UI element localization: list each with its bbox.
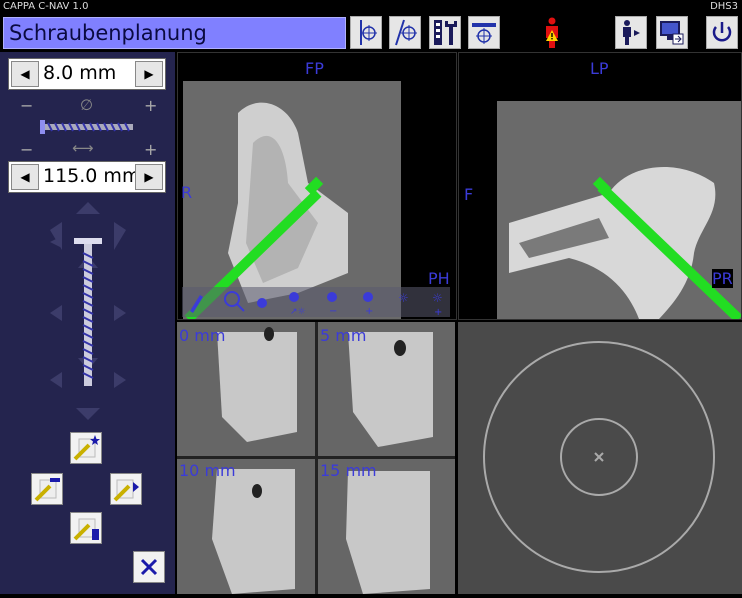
length-value[interactable]: 115.0 mm <box>43 165 135 187</box>
tilted-axis-target-icon <box>395 19 417 46</box>
add-screw-button[interactable] <box>70 432 102 464</box>
brightness-plus-icon: ☼+ <box>432 291 443 318</box>
app-title: CAPPA C-NAV 1.0 <box>3 1 89 12</box>
power-button[interactable] <box>706 16 738 49</box>
slice-15-label: 15 mm <box>320 461 377 480</box>
slice-grid: 0 mm 5 mm 10 mm 15 mm <box>177 322 455 594</box>
image-tools-bar: ↗☼ − + ☼ ☼ + <box>182 287 450 318</box>
slice-5-label: 5 mm <box>320 326 367 345</box>
contrast-icon: ↗☼ <box>289 292 306 317</box>
power-icon <box>712 22 732 42</box>
length-minus-label: − <box>20 140 34 159</box>
patient-arrow-button[interactable] <box>615 16 647 49</box>
svg-text:☼: ☼ <box>432 291 443 305</box>
lp-left-label: F <box>464 185 474 204</box>
length-decrease-button[interactable]: ◀ <box>11 164 39 190</box>
tilted-axis-target-button[interactable] <box>389 16 421 49</box>
slice-0[interactable]: 0 mm <box>177 322 315 456</box>
lp-label: LP <box>590 59 609 78</box>
slice-5[interactable]: 5 mm <box>318 322 455 456</box>
contrast-plus-icon: + <box>363 292 373 317</box>
fp-corner-label: PH <box>428 269 450 288</box>
svg-text:+: + <box>434 307 442 317</box>
magnifier-icon <box>224 291 245 312</box>
slice-target-button[interactable] <box>468 16 500 49</box>
screw-diameter-icon <box>40 118 135 136</box>
length-plus-label: + <box>144 140 158 159</box>
lp-corner-label: PR <box>712 269 733 288</box>
slice-10[interactable]: 10 mm <box>177 459 315 594</box>
brightness-minus-icon: ☼ <box>398 291 409 305</box>
warning-person-icon <box>540 16 564 49</box>
close-button[interactable] <box>133 551 165 583</box>
diameter-decrease-button[interactable]: ◀ <box>11 61 39 87</box>
app-code: DHS3 <box>710 1 738 12</box>
patient-arrow-icon <box>623 20 640 45</box>
fp-left-label: R <box>181 183 193 202</box>
screw-trash-icon <box>73 518 99 541</box>
monitor-export-icon <box>660 21 684 45</box>
screw-right-icon <box>113 479 139 502</box>
screw-star-icon <box>73 435 100 461</box>
screw-position-control[interactable] <box>40 198 136 426</box>
ruler-wrench-button[interactable] <box>429 16 461 49</box>
close-icon <box>140 558 158 576</box>
diameter-increase-button[interactable]: ▶ <box>135 61 163 87</box>
axis-target-icon <box>360 20 377 45</box>
move-up-arrow <box>76 202 100 214</box>
lp-bone-image <box>497 101 741 319</box>
length-symbol: ⟷ <box>72 139 94 157</box>
page-title: Schraubenplanung <box>3 17 346 49</box>
diameter-value[interactable]: 8.0 mm <box>43 62 135 84</box>
svg-text:−: − <box>329 306 337 317</box>
diameter-plus-label: + <box>144 96 158 115</box>
fp-bone-image <box>183 81 401 319</box>
length-stepper[interactable]: ◀ 115.0 mm ▶ <box>8 161 166 193</box>
slice-target-icon <box>472 23 496 44</box>
screw-left-button[interactable] <box>31 473 63 505</box>
svg-text:☼: ☼ <box>398 291 409 305</box>
target-view[interactable] <box>458 322 742 594</box>
title-bar: CAPPA C-NAV 1.0 DHS3 <box>0 0 742 15</box>
diameter-minus-label: − <box>20 96 34 115</box>
brush-icon <box>257 298 267 308</box>
screw-left-icon <box>34 478 60 502</box>
slice-15[interactable]: 15 mm <box>318 459 455 594</box>
svg-text:↗☼: ↗☼ <box>290 307 306 317</box>
lp-view[interactable]: LP F PR <box>458 52 742 320</box>
axis-target-button[interactable] <box>350 16 382 49</box>
slice-10-label: 10 mm <box>179 461 236 480</box>
delete-screw-button[interactable] <box>70 512 102 544</box>
screw-right-button[interactable] <box>110 473 142 505</box>
ruler-wrench-icon <box>434 20 457 45</box>
svg-text:+: + <box>365 306 373 317</box>
slice-0-label: 0 mm <box>179 326 226 345</box>
fp-label: FP <box>305 59 324 78</box>
move-down-arrow <box>76 408 100 420</box>
diameter-stepper[interactable]: ◀ 8.0 mm ▶ <box>8 58 166 90</box>
length-increase-button[interactable]: ▶ <box>135 164 163 190</box>
diameter-symbol: ∅ <box>80 96 94 114</box>
center-cross-icon <box>594 452 604 462</box>
monitor-export-button[interactable] <box>656 16 688 49</box>
fp-view[interactable]: FP R PH ↗☼ − + ☼ ☼ + <box>177 52 457 320</box>
contrast-minus-icon: − <box>327 292 337 317</box>
wand-icon <box>190 295 203 313</box>
